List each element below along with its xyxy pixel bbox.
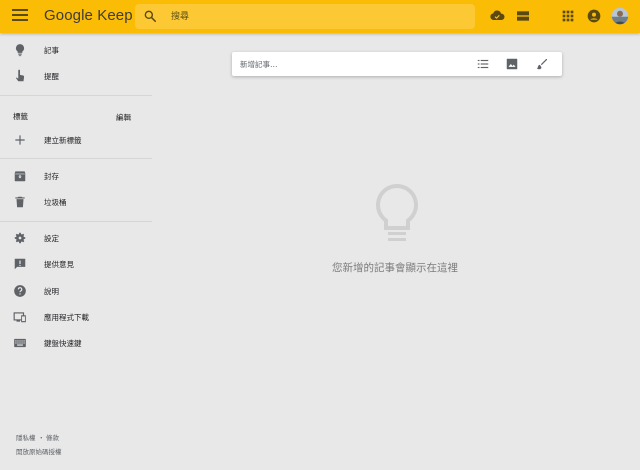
list-view-icon[interactable]	[515, 8, 531, 24]
top-bar: Google Keep	[0, 0, 640, 33]
open-source-licenses-link[interactable]: 開放原始碼授權	[16, 446, 62, 456]
terms-link[interactable]: 條款	[46, 432, 59, 442]
sidebar-item-label: 應用程式下載	[44, 313, 89, 322]
sidebar-item-keyboard-shortcuts[interactable]: 鍵盤快速鍵	[0, 331, 152, 357]
app-logo[interactable]: Google Keep	[44, 7, 133, 24]
sidebar-item-reminders[interactable]: 提醒	[0, 64, 152, 90]
sidebar-item-label: 鍵盤快速鍵	[44, 339, 82, 348]
devices-icon	[13, 312, 26, 323]
edit-labels-button[interactable]: 編輯	[116, 112, 131, 123]
empty-notes-state: 您新增的記事會顯示在這裡	[300, 183, 490, 283]
sidebar-item-label: 垃圾桶	[44, 198, 67, 207]
apps-grid-icon[interactable]	[560, 8, 576, 24]
sidebar-item-trash[interactable]: 垃圾桶	[0, 190, 152, 216]
plus-icon	[15, 135, 25, 145]
sidebar-item-label: 提供意見	[44, 260, 74, 269]
take-note-input[interactable]	[240, 57, 460, 71]
account-circle-icon[interactable]	[586, 8, 602, 24]
search-input[interactable]	[171, 8, 461, 25]
search-icon[interactable]	[143, 9, 157, 23]
sidebar-item-archive[interactable]: 封存	[0, 164, 152, 190]
sidebar-divider	[0, 158, 152, 159]
sidebar-divider	[0, 221, 152, 222]
empty-state-message: 您新增的記事會顯示在這裡	[332, 262, 458, 274]
labels-section-title: 標籤	[13, 112, 28, 121]
hamburger-menu-icon[interactable]	[12, 9, 28, 23]
lightbulb-icon	[15, 44, 25, 57]
lightbulb-outline-icon	[376, 183, 418, 241]
take-note-bar[interactable]	[232, 52, 562, 76]
sidebar-item-label: 說明	[44, 287, 59, 296]
help-icon	[14, 285, 26, 297]
trash-icon	[15, 196, 25, 208]
archive-icon	[14, 171, 26, 182]
sidebar-item-label: 建立新標籤	[44, 136, 82, 145]
sidebar-item-help[interactable]: 說明	[0, 279, 152, 305]
privacy-link[interactable]: 隱私權	[16, 432, 36, 442]
brush-icon[interactable]	[535, 57, 549, 71]
sidebar-item-feedback[interactable]: 提供意見	[0, 252, 152, 278]
search-bar[interactable]	[135, 4, 475, 29]
sidebar-item-label: 封存	[44, 172, 59, 181]
sidebar-item-settings[interactable]: 設定	[0, 226, 152, 252]
sidebar-item-create-label[interactable]: 建立新標籤	[0, 128, 152, 154]
sidebar-item-app-download[interactable]: 應用程式下載	[0, 305, 152, 331]
sidebar: 記事 提醒 標籤 編輯 建立新標籤 封存 垃圾桶 設定 提供意見 說明 應用程式…	[0, 33, 152, 470]
sidebar-item-label: 記事	[44, 46, 59, 55]
reminder-hand-icon	[15, 69, 25, 82]
gear-icon	[14, 232, 26, 244]
keyboard-icon	[14, 338, 26, 348]
sidebar-item-notes[interactable]: 記事	[0, 38, 152, 64]
feedback-icon	[14, 258, 26, 270]
sidebar-item-label: 提醒	[44, 72, 59, 81]
footer-separator: ・	[38, 434, 45, 442]
checklist-icon[interactable]	[476, 57, 490, 71]
sidebar-divider	[0, 95, 152, 96]
image-icon[interactable]	[505, 57, 519, 71]
avatar[interactable]	[611, 7, 629, 25]
sidebar-item-label: 設定	[44, 234, 59, 243]
cloud-sync-icon[interactable]	[489, 8, 505, 24]
